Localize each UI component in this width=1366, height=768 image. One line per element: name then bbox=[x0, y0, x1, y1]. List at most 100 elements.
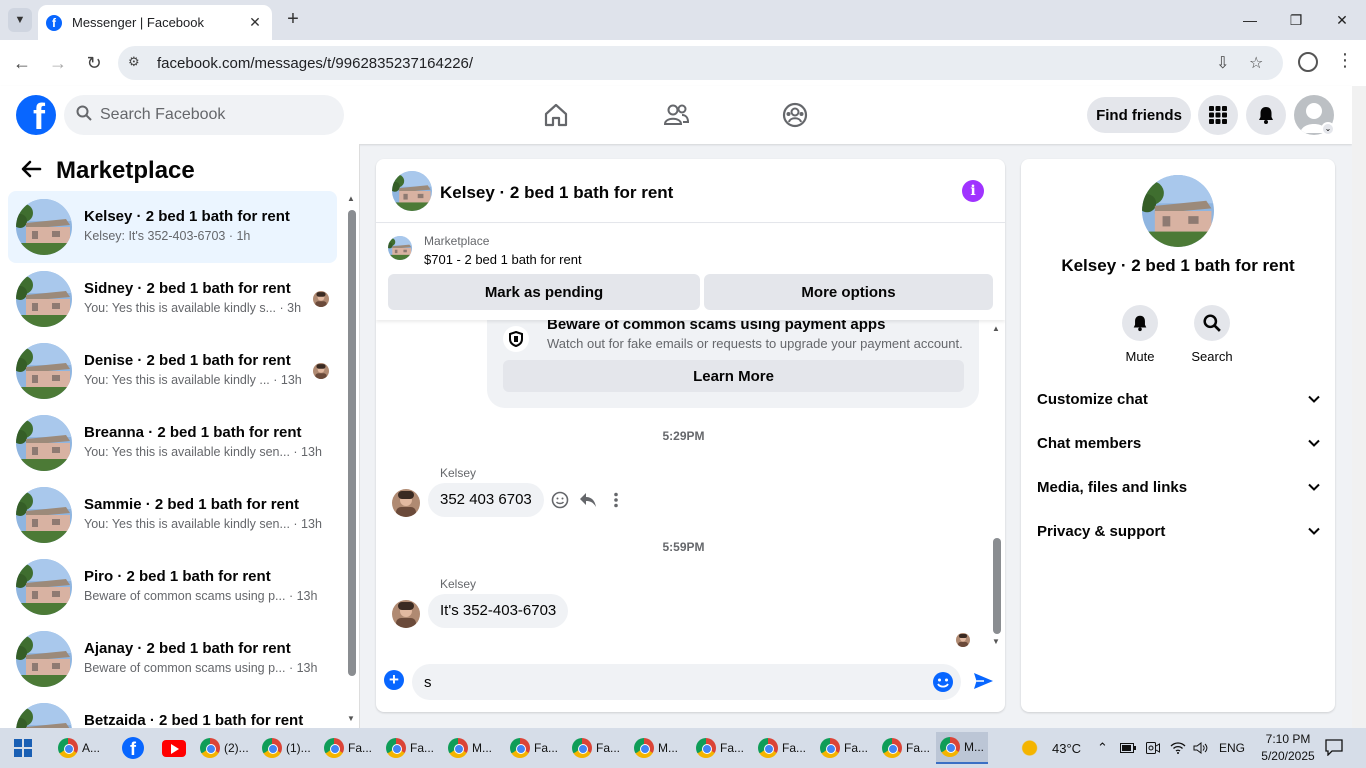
address-bar[interactable]: ⚙ facebook.com/messages/t/99628352371642… bbox=[118, 46, 1283, 80]
facebook-logo-icon[interactable]: f bbox=[16, 95, 56, 135]
browser-menu-icon[interactable]: ⋮ bbox=[1336, 50, 1354, 71]
notifications-button[interactable] bbox=[1246, 95, 1286, 135]
minimize-button[interactable]: — bbox=[1232, 8, 1268, 32]
taskbar-chrome-window[interactable]: M... bbox=[630, 732, 682, 764]
wifi-icon[interactable] bbox=[1170, 728, 1186, 768]
home-icon[interactable] bbox=[542, 101, 570, 129]
message-bubble[interactable]: 352 403 6703 bbox=[428, 483, 544, 517]
taskbar-chrome-window[interactable]: (2)... bbox=[196, 732, 253, 764]
conversation-item[interactable]: Sidney · 2 bed 1 bath for rent You: Yes … bbox=[8, 263, 337, 335]
customize-chat-section[interactable]: Customize chat bbox=[1029, 378, 1327, 422]
taskbar-facebook-app[interactable]: f bbox=[118, 732, 148, 764]
system-clock[interactable]: 7:10 PM 5/20/2025 bbox=[1258, 731, 1318, 765]
taskbar-chrome-window[interactable]: Fa... bbox=[754, 732, 810, 764]
taskbar-chrome-window[interactable]: Fa... bbox=[382, 732, 438, 764]
taskbar-chrome-window[interactable]: Fa... bbox=[320, 732, 376, 764]
sender-avatar[interactable] bbox=[392, 600, 420, 628]
conversation-item[interactable]: Sammie · 2 bed 1 bath for rent You: Yes … bbox=[8, 479, 337, 551]
message-input[interactable] bbox=[424, 670, 914, 694]
chrome-icon bbox=[882, 738, 902, 758]
account-chevron-down-icon[interactable]: ⌄ bbox=[1321, 122, 1335, 136]
listing-title[interactable]: $701 - 2 bed 1 bath for rent bbox=[424, 252, 582, 267]
scrollbar-thumb[interactable] bbox=[993, 538, 1001, 634]
conversation-item[interactable]: Betzaida · 2 bed 1 bath for rent bbox=[8, 695, 337, 728]
notification-center-icon[interactable] bbox=[1325, 738, 1343, 756]
tab-close-icon[interactable]: ✕ bbox=[246, 14, 264, 31]
menu-grid-button[interactable] bbox=[1198, 95, 1238, 135]
friends-icon[interactable] bbox=[662, 101, 690, 129]
seen-avatar bbox=[313, 291, 329, 307]
reload-button[interactable]: ↻ bbox=[82, 51, 106, 75]
conversation-item[interactable]: Kelsey · 2 bed 1 bath for rent Kelsey: I… bbox=[8, 191, 337, 263]
taskbar-chrome-window[interactable]: Fa... bbox=[506, 732, 562, 764]
taskbar-chrome-window[interactable]: Fa... bbox=[692, 732, 748, 764]
info-icon[interactable]: i bbox=[962, 180, 984, 202]
scroll-up-icon[interactable]: ▲ bbox=[992, 324, 1000, 333]
search-input[interactable] bbox=[100, 106, 320, 124]
chat-members-section[interactable]: Chat members bbox=[1029, 422, 1327, 466]
conversation-list-scrollbar[interactable]: ▲ ▼ bbox=[345, 192, 359, 728]
search-in-chat-button[interactable]: Search bbox=[1182, 305, 1242, 364]
restore-button[interactable]: ❐ bbox=[1278, 8, 1314, 32]
scroll-down-icon[interactable]: ▼ bbox=[992, 637, 1000, 646]
taskbar-chrome-window[interactable]: M... bbox=[444, 732, 496, 764]
taskbar-chrome-window-active[interactable]: M... bbox=[936, 732, 988, 764]
page-scrollbar[interactable] bbox=[1352, 86, 1366, 728]
facebook-search[interactable] bbox=[64, 95, 344, 135]
scroll-down-icon[interactable]: ▼ bbox=[347, 714, 355, 723]
emoji-icon[interactable] bbox=[932, 671, 954, 693]
camera-icon[interactable] bbox=[1146, 728, 1160, 768]
close-window-button[interactable]: ✕ bbox=[1324, 8, 1360, 32]
privacy-support-section[interactable]: Privacy & support bbox=[1029, 510, 1327, 554]
taskbar-chrome-window[interactable]: Fa... bbox=[878, 732, 934, 764]
volume-icon[interactable] bbox=[1193, 728, 1209, 768]
url-text[interactable]: facebook.com/messages/t/9962835237164226… bbox=[157, 55, 473, 72]
message-thread-scrollbar[interactable]: ▲ ▼ bbox=[990, 320, 1005, 652]
back-arrow-icon[interactable] bbox=[20, 158, 42, 180]
react-icon[interactable] bbox=[550, 490, 570, 510]
more-options-button[interactable]: More options bbox=[704, 274, 993, 310]
scroll-up-icon[interactable]: ▲ bbox=[347, 194, 355, 203]
conversation-item[interactable]: Denise · 2 bed 1 bath for rent You: Yes … bbox=[8, 335, 337, 407]
send-icon[interactable] bbox=[972, 670, 994, 692]
find-friends-button[interactable]: Find friends bbox=[1087, 97, 1191, 133]
taskbar-chrome-window[interactable]: Fa... bbox=[816, 732, 872, 764]
learn-more-button[interactable]: Learn More bbox=[503, 360, 964, 392]
conversation-item[interactable]: Ajanay · 2 bed 1 bath for rent Beware of… bbox=[8, 623, 337, 695]
browser-tab[interactable]: f Messenger | Facebook ✕ bbox=[38, 5, 272, 40]
browser-profile-icon[interactable] bbox=[1298, 52, 1318, 72]
message-bubble[interactable]: It's 352-403-6703 bbox=[428, 594, 569, 628]
groups-icon[interactable] bbox=[781, 101, 809, 129]
weather-widget[interactable]: 43°C bbox=[1020, 728, 1081, 768]
site-info-icon[interactable]: ⚙ bbox=[128, 54, 140, 70]
language-indicator[interactable]: ENG bbox=[1219, 728, 1245, 768]
battery-icon[interactable] bbox=[1120, 728, 1136, 768]
plus-icon[interactable]: + bbox=[384, 670, 404, 690]
message-input-box[interactable] bbox=[412, 664, 961, 700]
marketplace-label: Marketplace bbox=[424, 234, 490, 248]
reply-icon[interactable] bbox=[578, 490, 598, 510]
sender-avatar[interactable] bbox=[392, 489, 420, 517]
chat-thumbnail[interactable] bbox=[392, 171, 432, 211]
conversation-item[interactable]: Breanna · 2 bed 1 bath for rent You: Yes… bbox=[8, 407, 337, 479]
chat-title[interactable]: Kelsey · 2 bed 1 bath for rent bbox=[440, 183, 673, 203]
more-actions-icon[interactable] bbox=[606, 490, 626, 510]
bookmark-star-icon[interactable]: ☆ bbox=[1249, 53, 1263, 73]
mark-as-pending-button[interactable]: Mark as pending bbox=[388, 274, 700, 310]
new-tab-button[interactable]: + bbox=[282, 8, 304, 30]
conversation-item[interactable]: Piro · 2 bed 1 bath for rent Beware of c… bbox=[8, 551, 337, 623]
taskbar-chrome-window[interactable]: Fa... bbox=[568, 732, 624, 764]
media-files-links-section[interactable]: Media, files and links bbox=[1029, 466, 1327, 510]
install-app-icon[interactable]: ⇩ bbox=[1216, 53, 1229, 73]
chat-thumbnail-large[interactable] bbox=[1142, 175, 1214, 247]
back-button[interactable]: ← bbox=[10, 51, 34, 75]
taskbar-chrome-window[interactable]: (1)... bbox=[258, 732, 315, 764]
scrollbar-thumb[interactable] bbox=[348, 210, 356, 676]
taskbar-chrome-window[interactable]: A... bbox=[54, 732, 104, 764]
forward-button[interactable]: → bbox=[46, 51, 70, 75]
mute-button[interactable]: Mute bbox=[1110, 305, 1170, 364]
show-hidden-icons-icon[interactable]: ⌃ bbox=[1097, 728, 1108, 768]
windows-start-icon[interactable] bbox=[14, 739, 32, 757]
tab-search-button[interactable]: ▼ bbox=[8, 8, 32, 32]
taskbar-youtube-app[interactable] bbox=[158, 732, 190, 764]
